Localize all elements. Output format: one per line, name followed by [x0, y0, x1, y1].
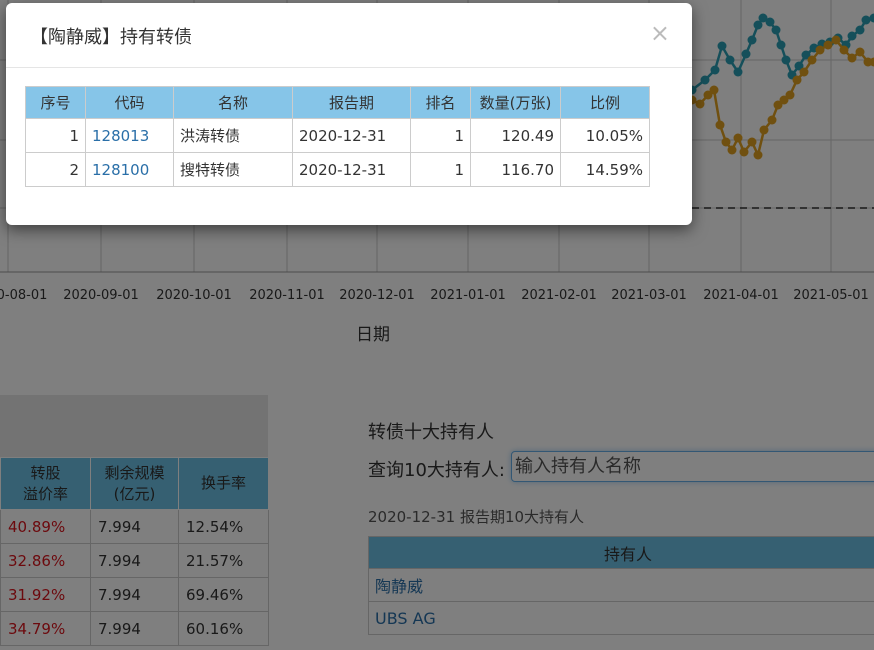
holder-bonds-modal: 【陶静威】持有转债 × 序号 代码 名称 报告期 排名 数量(万张) 比例 1 … [6, 3, 692, 225]
cell-name: 搜特转债 [173, 152, 293, 187]
cell-ratio: 14.59% [560, 152, 650, 187]
holdings-table: 序号 代码 名称 报告期 排名 数量(万张) 比例 1 128013 洪涛转债 … [25, 86, 650, 187]
col-quantity: 数量(万张) [470, 86, 561, 119]
col-ratio: 比例 [560, 86, 650, 119]
cell-rank: 1 [410, 152, 471, 187]
cell-index: 2 [25, 152, 86, 187]
cell-period: 2020-12-31 [292, 152, 411, 187]
cell-index: 1 [25, 118, 86, 153]
table-row: 1 128013 洪涛转债 2020-12-31 1 120.49 10.05% [25, 118, 650, 153]
bond-code-link[interactable]: 128100 [85, 152, 174, 187]
cell-period: 2020-12-31 [292, 118, 411, 153]
bond-code-link[interactable]: 128013 [85, 118, 174, 153]
col-index: 序号 [25, 86, 86, 119]
col-period: 报告期 [292, 86, 411, 119]
col-code: 代码 [85, 86, 174, 119]
cell-quantity: 120.49 [470, 118, 561, 153]
cell-name: 洪涛转债 [173, 118, 293, 153]
col-rank: 排名 [410, 86, 471, 119]
cell-rank: 1 [410, 118, 471, 153]
modal-divider [6, 67, 692, 68]
col-name: 名称 [173, 86, 293, 119]
close-icon[interactable]: × [650, 19, 670, 47]
table-row: 2 128100 搜特转债 2020-12-31 1 116.70 14.59% [25, 152, 650, 187]
cell-quantity: 116.70 [470, 152, 561, 187]
cell-ratio: 10.05% [560, 118, 650, 153]
modal-title: 【陶静威】持有转债 [30, 27, 192, 48]
